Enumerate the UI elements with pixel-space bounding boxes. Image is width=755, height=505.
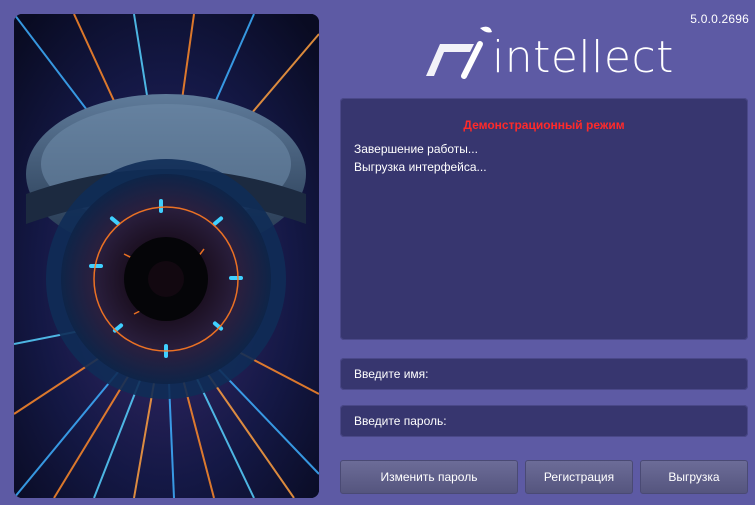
password-input[interactable] [340, 405, 748, 437]
intellect-logo: intellect [420, 22, 680, 88]
change-password-button[interactable]: Изменить пароль [340, 460, 518, 494]
camera-illustration [14, 14, 319, 498]
username-input[interactable] [340, 358, 748, 390]
login-window: 5.0.0.2696 intellect Демонстрационный ре… [0, 0, 755, 505]
version-label: 5.0.0.2696 [690, 12, 749, 26]
register-button[interactable]: Регистрация [525, 460, 633, 494]
intellect-logo-icon [426, 26, 492, 79]
log-line: Завершение работы... [354, 142, 478, 156]
log-line: Выгрузка интерфейса... [354, 160, 487, 174]
unload-button[interactable]: Выгрузка [640, 460, 748, 494]
log-lines: Завершение работы... Выгрузка интерфейса… [354, 140, 487, 176]
logo-text: intellect [492, 32, 674, 83]
log-panel: Демонстрационный режим Завершение работы… [340, 98, 748, 340]
demo-mode-warning: Демонстрационный режим [463, 118, 625, 132]
